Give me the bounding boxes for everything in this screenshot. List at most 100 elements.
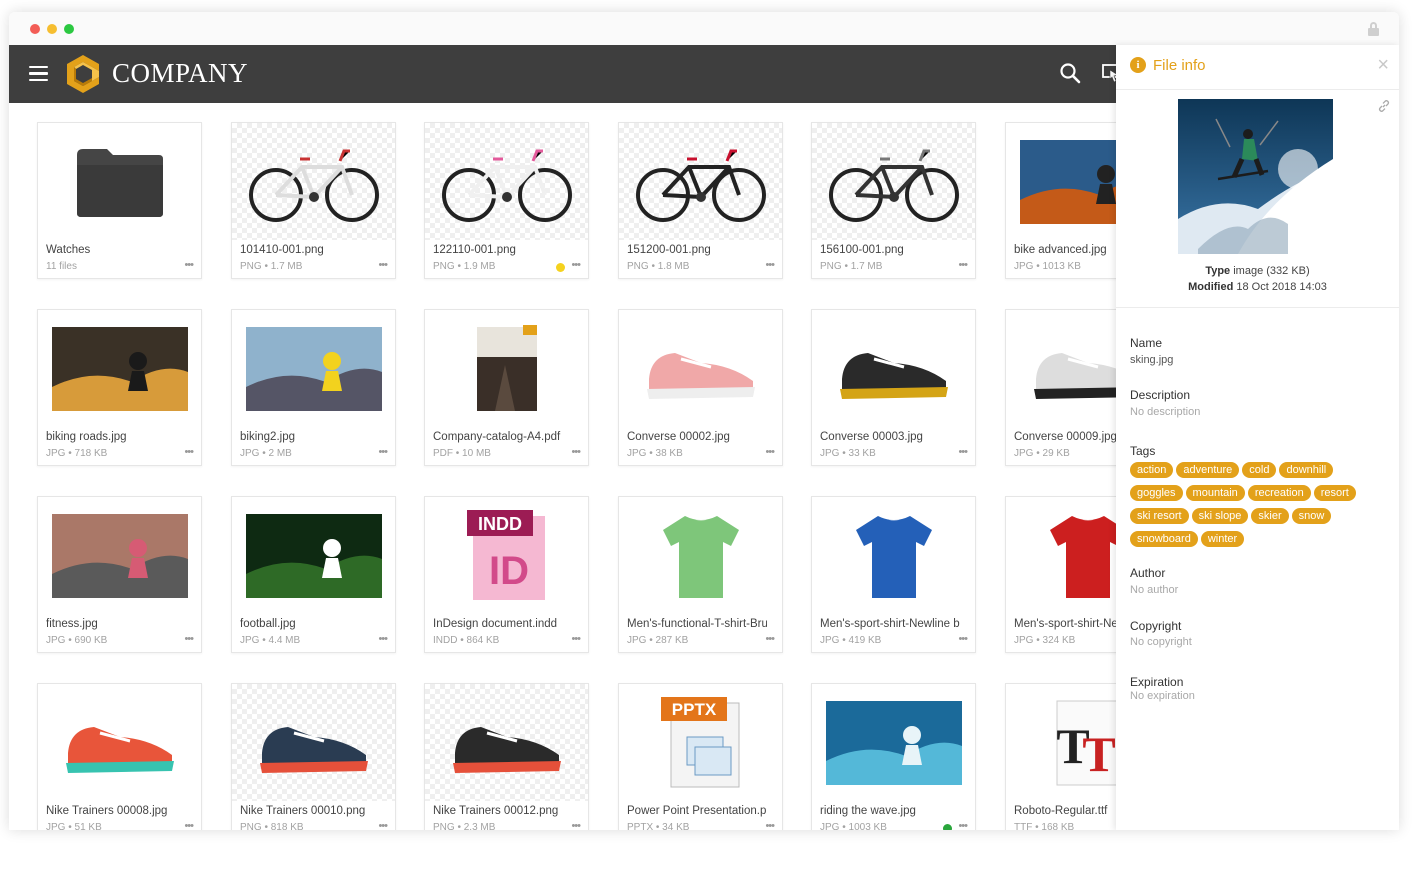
file-meta: PNG • 1.8 MB (627, 261, 690, 272)
file-card[interactable]: Men's-sport-shirt-NeJPG • 324 KB••• (1005, 496, 1116, 653)
file-name: Men's-sport-shirt-Ne (1014, 618, 1116, 630)
file-name: Men's-sport-shirt-Newline blu (820, 618, 960, 630)
indd-badge-text: INDD (478, 514, 522, 534)
description-value[interactable]: No description (1130, 406, 1200, 418)
name-value[interactable]: sking.jpg (1130, 354, 1173, 366)
author-value[interactable]: No author (1130, 584, 1178, 596)
more-options-icon[interactable]: ••• (571, 447, 581, 458)
photo-thumbnail (232, 497, 395, 614)
close-window-button[interactable] (30, 24, 40, 34)
file-meta: PDF • 10 MB (433, 448, 491, 459)
expiration-value[interactable]: No expiration (1130, 690, 1195, 702)
file-card[interactable]: 151200-001.png PNG • 1.8 MB ••• (618, 122, 783, 279)
file-card[interactable]: 101410-001.png PNG • 1.7 MB ••• (231, 122, 396, 279)
file-card[interactable]: bike advanced.jpgJPG • 1013 KB••• (1005, 122, 1116, 279)
file-card[interactable]: Company-catalog-A4.pdf PDF • 10 MB ••• (424, 309, 589, 466)
bicycle-thumbnail (425, 123, 588, 240)
maximize-window-button[interactable] (64, 24, 74, 34)
more-options-icon[interactable]: ••• (765, 634, 775, 645)
description-label: Description (1130, 388, 1191, 402)
link-icon[interactable] (1377, 99, 1391, 113)
indd-icon-thumbnail: INDD ID (425, 497, 588, 614)
tag-chip[interactable]: cold (1242, 462, 1277, 478)
file-name: Roboto-Regular.ttf (1014, 805, 1108, 817)
tshirt-thumbnail (812, 497, 975, 614)
menu-icon[interactable] (29, 66, 48, 82)
file-meta: JPG • 718 KB (46, 448, 108, 459)
file-card[interactable]: Converse 00003.jpg JPG • 33 KB ••• (811, 309, 976, 466)
file-name: riding the wave.jpg (820, 805, 916, 817)
file-card[interactable]: football.jpg JPG • 4.4 MB ••• (231, 496, 396, 653)
file-card[interactable]: INDD ID InDesign document.indd INDD • 864 K… (424, 496, 589, 653)
more-options-icon[interactable]: ••• (958, 634, 968, 645)
more-options-icon[interactable]: ••• (571, 634, 581, 645)
more-options-icon[interactable]: ••• (765, 821, 775, 831)
file-card[interactable]: Nike Trainers 00012.png PNG • 2.3 MB ••• (424, 683, 589, 830)
brand-name: COMPANY (112, 58, 249, 88)
sneaker-thumbnail (812, 310, 975, 427)
tag-chip[interactable]: resort (1313, 485, 1356, 501)
tag-chip[interactable]: goggles (1130, 485, 1183, 501)
more-options-icon[interactable]: ••• (184, 447, 194, 458)
more-options-icon[interactable]: ••• (378, 260, 388, 271)
tag-chip[interactable]: mountain (1185, 485, 1245, 501)
file-name: bike advanced.jpg (1014, 244, 1107, 256)
file-name: Nike Trainers 00012.png (433, 805, 559, 817)
tag-chip[interactable]: winter (1200, 531, 1245, 547)
more-options-icon[interactable]: ••• (184, 821, 194, 831)
file-card[interactable]: riding the wave.jpg JPG • 1003 KB ••• (811, 683, 976, 830)
tag-chip[interactable]: snow (1291, 508, 1332, 524)
tag-chip[interactable]: recreation (1247, 485, 1311, 501)
tag-chip[interactable]: adventure (1176, 462, 1240, 478)
file-card[interactable]: PPTX Power Point Presentation.ppt PPTX • 3… (618, 683, 783, 830)
more-options-icon[interactable]: ••• (378, 634, 388, 645)
file-name: Converse 00002.jpg (627, 431, 730, 443)
copyright-label: Copyright (1130, 619, 1182, 633)
file-card[interactable]: Nike Trainers 00008.jpg JPG • 51 KB ••• (37, 683, 202, 830)
file-card[interactable]: Nike Trainers 00010.png PNG • 818 KB ••• (231, 683, 396, 830)
file-meta: JPG • 2 MB (240, 448, 292, 459)
folder-card[interactable]: Watches 11 files ••• (37, 122, 202, 279)
browser-window: COMPANY Watches 11 files ••• 101410-001.png… (9, 12, 1399, 830)
more-options-icon[interactable]: ••• (571, 260, 581, 271)
more-options-icon[interactable]: ••• (958, 821, 968, 831)
more-options-icon[interactable]: ••• (765, 447, 775, 458)
tag-chip[interactable]: downhill (1279, 462, 1334, 478)
file-card[interactable]: 156100-001.png PNG • 1.7 MB ••• (811, 122, 976, 279)
file-card[interactable]: Converse 00002.jpg JPG • 38 KB ••• (618, 309, 783, 466)
name-label: Name (1130, 336, 1163, 350)
more-options-icon[interactable]: ••• (571, 821, 581, 831)
tag-chip[interactable]: skier (1251, 508, 1289, 524)
more-options-icon[interactable]: ••• (765, 260, 775, 271)
file-card[interactable]: Men's-sport-shirt-Newline blu JPG • 419 K… (811, 496, 976, 653)
tag-chip[interactable]: action (1130, 462, 1174, 478)
file-name: 122110-001.png (433, 244, 516, 256)
file-card[interactable]: Converse 00009.jpgJPG • 29 KB••• (1005, 309, 1116, 466)
file-card[interactable]: Men's-functional-T-shirt-Brube JPG • 287 … (618, 496, 783, 653)
more-options-icon[interactable]: ••• (958, 447, 968, 458)
app-header: COMPANY (9, 45, 1119, 103)
minimize-window-button[interactable] (47, 24, 57, 34)
file-grid: Watches 11 files ••• 101410-001.png PNG • 1.… (9, 103, 1116, 830)
copyright-value[interactable]: No copyright (1130, 636, 1192, 648)
file-name: 101410-001.png (240, 244, 324, 256)
status-dot (943, 824, 952, 830)
file-card[interactable]: fitness.jpg JPG • 690 KB ••• (37, 496, 202, 653)
photo-thumbnail (1006, 123, 1116, 240)
more-options-icon[interactable]: ••• (378, 447, 388, 458)
tag-chip[interactable]: ski resort (1130, 508, 1189, 524)
close-icon[interactable]: × (1377, 55, 1389, 75)
tag-chip[interactable]: ski slope (1191, 508, 1249, 524)
tags-label: Tags (1130, 444, 1156, 458)
more-options-icon[interactable]: ••• (184, 634, 194, 645)
file-card[interactable]: biking2.jpg JPG • 2 MB ••• (231, 309, 396, 466)
search-icon[interactable] (1059, 62, 1081, 84)
more-options-icon[interactable]: ••• (184, 260, 194, 271)
file-card[interactable]: TTRoboto-Regular.ttfTTF • 168 KB••• (1005, 683, 1116, 830)
file-card[interactable]: 122110-001.png PNG • 1.9 MB ••• (424, 122, 589, 279)
font-glyph-text: T (1082, 726, 1115, 782)
tag-chip[interactable]: snowboard (1130, 531, 1198, 547)
more-options-icon[interactable]: ••• (378, 821, 388, 831)
more-options-icon[interactable]: ••• (958, 260, 968, 271)
file-card[interactable]: biking roads.jpg JPG • 718 KB ••• (37, 309, 202, 466)
